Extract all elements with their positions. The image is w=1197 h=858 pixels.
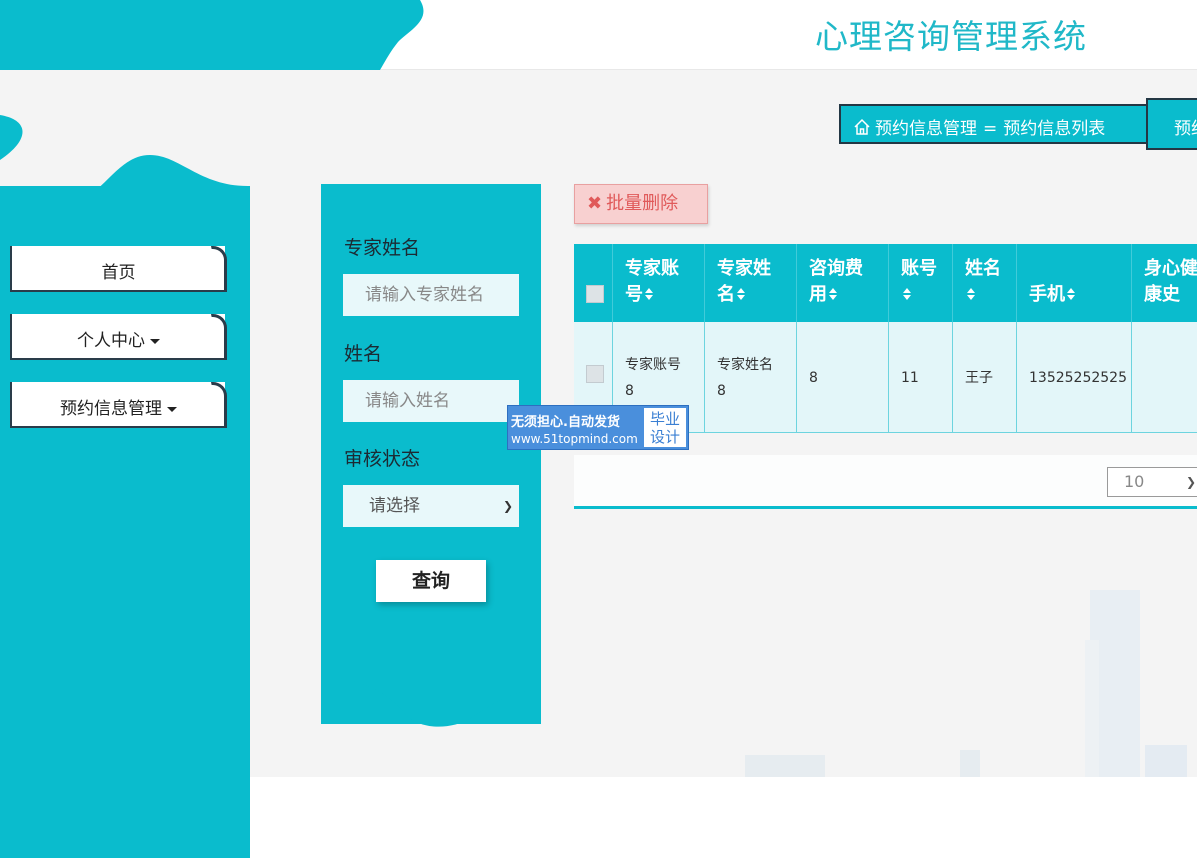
sidebar-item-home[interactable]: 首页 xyxy=(10,246,227,292)
cell-text: 专家账号 xyxy=(625,357,681,373)
watermark-logo: 毕业 设计 xyxy=(644,408,686,447)
cell-text: 8 xyxy=(717,383,726,399)
column-header-text: 手机 xyxy=(1029,282,1131,310)
column-header-consult-fee[interactable]: 咨询费 用 xyxy=(797,244,889,322)
cell-text: 专家姓名 xyxy=(717,357,773,373)
column-header-text: 身心健 xyxy=(1144,258,1197,279)
breadcrumb-section[interactable]: 预约信息管理 xyxy=(875,119,977,139)
review-status-value: 请选择 xyxy=(369,496,420,516)
watermark-logo-text: 毕业 xyxy=(649,410,680,428)
sort-icon[interactable] xyxy=(644,288,654,304)
page-tab[interactable]: 预约 xyxy=(1146,98,1197,150)
breadcrumb-page: 预约信息列表 xyxy=(1003,119,1106,139)
row-checkbox[interactable] xyxy=(586,365,604,383)
cell-consult-fee: 8 xyxy=(797,322,889,432)
sidebar-item-personal-center[interactable]: 个人中心 xyxy=(10,314,227,360)
caret-down-icon xyxy=(150,338,160,344)
sidebar-wave-decoration xyxy=(0,115,250,190)
sidebar-item-label: 个人中心 xyxy=(12,326,225,351)
pagination-bar: 10 ❯ xyxy=(574,455,1197,509)
cell-name: 王子 xyxy=(953,322,1017,432)
watermark-text: 无须担心.自动发货 xyxy=(511,415,620,430)
column-header-text: 用 xyxy=(809,282,888,310)
column-header-expert-account[interactable]: 专家账 号 xyxy=(613,244,705,322)
cell-expert-name: 专家姓名 8 xyxy=(705,322,797,432)
column-header-text xyxy=(965,282,1016,310)
page-size-value: 10 xyxy=(1124,472,1145,491)
review-status-select[interactable]: 请选择 ❯ xyxy=(343,485,519,527)
column-header-text: 康史 xyxy=(1144,284,1180,305)
breadcrumb-separator: = xyxy=(983,119,998,139)
column-header-name[interactable]: 姓名 xyxy=(953,244,1017,322)
column-header-text: 专家账 xyxy=(625,258,679,279)
sort-icon[interactable] xyxy=(828,288,838,304)
column-header-text: 咨询费 xyxy=(809,258,863,279)
breadcrumb: 预约信息管理 = 预约信息列表 xyxy=(839,104,1149,144)
batch-delete-label: 批量删除 xyxy=(606,193,679,214)
chevron-down-icon: ❯ xyxy=(1186,475,1197,489)
footer-area xyxy=(250,777,1197,858)
select-all-checkbox[interactable] xyxy=(586,285,604,303)
sidebar: 首页 个人中心 预约信息管理 xyxy=(0,186,250,858)
column-header-text: 专家姓 xyxy=(717,258,771,279)
sort-icon[interactable] xyxy=(902,288,912,304)
column-header-expert-name[interactable]: 专家姓 名 xyxy=(705,244,797,322)
review-status-label: 审核状态 xyxy=(344,448,421,470)
name-input[interactable]: 请输入姓名 xyxy=(343,380,519,422)
column-header-text: 姓名 xyxy=(965,258,1001,279)
column-header-text: 名 xyxy=(717,282,796,310)
sort-icon[interactable] xyxy=(966,288,976,304)
close-icon: ✖ xyxy=(587,193,603,214)
home-icon[interactable] xyxy=(853,118,871,136)
column-header-text: 号 xyxy=(625,282,704,310)
sidebar-item-label: 预约信息管理 xyxy=(12,394,225,419)
cell-account: 11 xyxy=(889,322,953,432)
batch-delete-button[interactable]: ✖ 批量删除 xyxy=(574,184,708,224)
column-header-text: 账号 xyxy=(901,258,937,279)
query-button[interactable]: 查询 xyxy=(376,560,486,602)
app-title: 心理咨询管理系统 xyxy=(815,17,1087,56)
sort-icon[interactable] xyxy=(1066,288,1076,304)
table-header-row: 专家账 号 专家姓 名 咨询费 用 账号 姓名 手机 身心健 康史 xyxy=(574,244,1197,322)
watermark-badge: 无须担心.自动发货 www.51topmind.com 毕业 设计 xyxy=(507,405,689,450)
sidebar-item-label: 首页 xyxy=(101,263,136,283)
chevron-down-icon: ❯ xyxy=(502,499,513,513)
sidebar-item-appointment-management[interactable]: 预约信息管理 xyxy=(10,382,227,428)
cell-health-history xyxy=(1132,322,1197,432)
header-wave-decoration xyxy=(0,0,424,70)
select-all-header xyxy=(574,244,613,322)
expert-name-input[interactable]: 请输入专家姓名 xyxy=(343,274,519,316)
column-header-account[interactable]: 账号 xyxy=(889,244,953,322)
watermark-url: www.51topmind.com xyxy=(511,432,638,446)
cell-phone: 13525252525 xyxy=(1017,322,1132,432)
search-panel-wave-decoration xyxy=(321,660,541,727)
column-header-health-history[interactable]: 身心健 康史 xyxy=(1132,244,1197,322)
caret-down-icon xyxy=(167,406,177,412)
watermark-logo-text: 设计 xyxy=(649,428,680,446)
page-size-select[interactable]: 10 ❯ xyxy=(1107,467,1197,497)
cell-text: 8 xyxy=(625,383,634,399)
name-label: 姓名 xyxy=(344,343,383,365)
sort-icon[interactable] xyxy=(736,288,746,304)
column-header-phone[interactable]: 手机 xyxy=(1017,244,1132,322)
city-skyline-background xyxy=(745,590,1187,777)
expert-name-label: 专家姓名 xyxy=(344,237,421,259)
column-header-text xyxy=(901,282,952,310)
top-header: 心理咨询管理系统 xyxy=(0,0,1197,70)
